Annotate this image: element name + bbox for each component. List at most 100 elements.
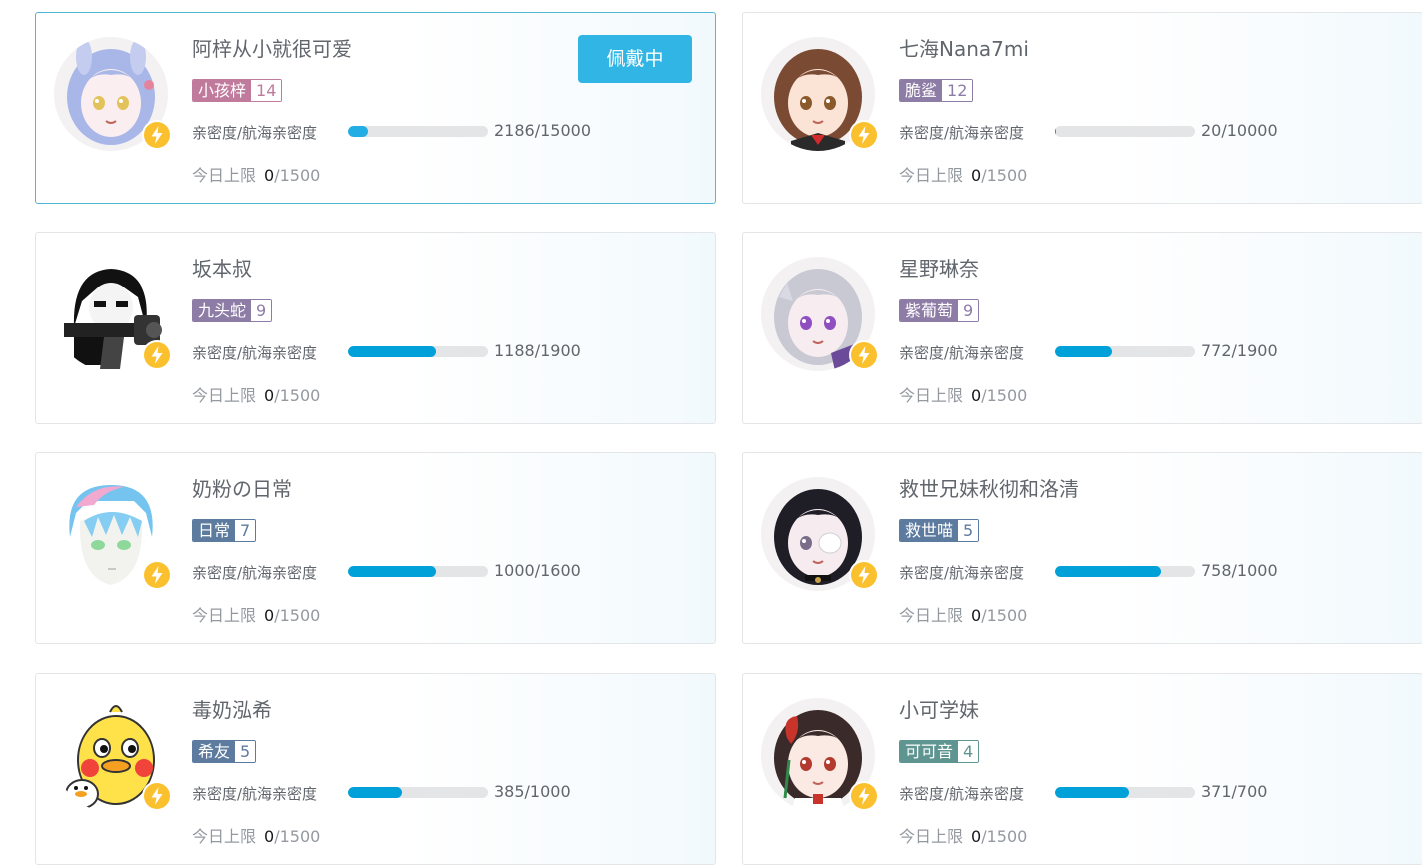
daily-limit-max: /1500 [981, 606, 1028, 625]
daily-limit-current: 0 [264, 606, 275, 625]
lightning-icon [142, 120, 172, 150]
streamer-name[interactable]: 小可学妹 [899, 694, 979, 723]
affinity-progress-bar [348, 346, 488, 357]
medal-name: 小孩梓 [193, 80, 252, 101]
medal-level: 14 [251, 80, 282, 101]
fan-medal-card[interactable]: 救世兄妹秋彻和洛清 救世喵 5 亲密度/航海亲密度 758/1000 今日上限 0… [742, 452, 1422, 644]
daily-limit: 今日上限 0/1500 [899, 162, 1027, 186]
daily-limit-current: 0 [971, 827, 982, 846]
medal-badge: 救世喵 5 [899, 519, 980, 542]
daily-limit-label: 今日上限 [899, 166, 964, 185]
affinity-progress-bar [1055, 346, 1195, 357]
avatar-wrap [761, 698, 879, 812]
daily-limit-max: /1500 [981, 827, 1028, 846]
daily-limit-max: /1500 [274, 166, 321, 185]
fan-medal-card[interactable]: 星野琳奈 紫葡萄 9 亲密度/航海亲密度 772/1900 今日上限 0/1500 [742, 232, 1422, 424]
medal-card-grid: 阿梓从小就很可爱 小孩梓 14 亲密度/航海亲密度 2186/15000 今日上… [0, 0, 1422, 868]
affinity-progress-bar [1055, 566, 1195, 577]
daily-limit: 今日上限 0/1500 [899, 382, 1027, 406]
streamer-name[interactable]: 七海Nana7mi [899, 33, 1029, 62]
affinity-progress-bar [1055, 126, 1195, 137]
wearing-button[interactable]: 佩戴中 [578, 35, 692, 83]
daily-limit-label: 今日上限 [192, 606, 257, 625]
affinity-progress-fill [348, 787, 402, 798]
affinity-value: 1188/1900 [494, 341, 581, 360]
medal-level: 12 [942, 80, 973, 101]
daily-limit-label: 今日上限 [192, 166, 257, 185]
avatar-wrap [761, 257, 879, 371]
daily-limit: 今日上限 0/1500 [192, 602, 320, 626]
affinity-value: 371/700 [1201, 782, 1268, 801]
lightning-icon [142, 560, 172, 590]
medal-name: 紫葡萄 [900, 300, 959, 321]
affinity-value: 772/1900 [1201, 341, 1278, 360]
daily-limit-label: 今日上限 [192, 827, 257, 846]
medal-badge: 九头蛇 9 [192, 299, 273, 322]
daily-limit-label: 今日上限 [899, 606, 964, 625]
lightning-icon [142, 781, 172, 811]
affinity-value: 758/1000 [1201, 561, 1278, 580]
daily-limit-label: 今日上限 [192, 386, 257, 405]
daily-limit-current: 0 [971, 606, 982, 625]
fan-medal-card[interactable]: 坂本叔 九头蛇 9 亲密度/航海亲密度 1188/1900 今日上限 0/1500 [35, 232, 716, 424]
daily-limit-current: 0 [264, 166, 275, 185]
streamer-name[interactable]: 毒奶泓希 [192, 694, 272, 723]
daily-limit: 今日上限 0/1500 [192, 823, 320, 847]
medal-name: 日常 [193, 520, 236, 541]
daily-limit: 今日上限 0/1500 [192, 162, 320, 186]
affinity-progress-fill [1055, 126, 1057, 137]
streamer-name[interactable]: 星野琳奈 [899, 253, 979, 282]
affinity-progress-fill [1055, 346, 1112, 357]
daily-limit-label: 今日上限 [899, 827, 964, 846]
affinity-progress-bar [1055, 787, 1195, 798]
streamer-name[interactable]: 奶粉の日常 [192, 473, 292, 502]
avatar-wrap [761, 37, 879, 151]
affinity-progress-fill [348, 126, 369, 137]
affinity-value: 2186/15000 [494, 121, 592, 140]
daily-limit-max: /1500 [981, 166, 1028, 185]
affinity-value: 20/10000 [1201, 121, 1278, 140]
daily-limit-max: /1500 [274, 827, 321, 846]
lightning-icon [849, 120, 879, 150]
fan-medal-card[interactable]: 奶粉の日常 日常 7 亲密度/航海亲密度 1000/1600 今日上限 0/150… [35, 452, 716, 644]
affinity-label: 亲密度/航海亲密度 [192, 564, 318, 582]
affinity-label: 亲密度/航海亲密度 [192, 124, 318, 142]
fan-medal-card[interactable]: 小可学妹 可可音 4 亲密度/航海亲密度 371/700 今日上限 0/1500 [742, 673, 1422, 865]
affinity-progress-fill [348, 346, 436, 357]
affinity-label: 亲密度/航海亲密度 [899, 124, 1025, 142]
streamer-name[interactable]: 阿梓从小就很可爱 [192, 33, 352, 62]
medal-badge: 脆鲨 12 [899, 79, 974, 102]
medal-name: 希友 [193, 741, 236, 762]
avatar-wrap [761, 477, 879, 591]
lightning-icon [849, 560, 879, 590]
lightning-icon [849, 340, 879, 370]
affinity-progress-fill [1055, 566, 1162, 577]
medal-badge: 日常 7 [192, 519, 257, 542]
medal-name: 脆鲨 [900, 80, 943, 101]
medal-level: 5 [958, 520, 979, 541]
affinity-progress-bar [348, 126, 488, 137]
fan-medal-card[interactable]: 毒奶泓希 希友 5 亲密度/航海亲密度 385/1000 今日上限 0/1500 [35, 673, 716, 865]
daily-limit-current: 0 [264, 386, 275, 405]
daily-limit-label: 今日上限 [899, 386, 964, 405]
daily-limit-max: /1500 [274, 386, 321, 405]
daily-limit: 今日上限 0/1500 [899, 602, 1027, 626]
streamer-name[interactable]: 救世兄妹秋彻和洛清 [899, 473, 1079, 502]
affinity-progress-fill [348, 566, 436, 577]
affinity-label: 亲密度/航海亲密度 [192, 344, 318, 362]
lightning-icon [849, 781, 879, 811]
medal-level: 9 [958, 300, 979, 321]
fan-medal-card[interactable]: 七海Nana7mi 脆鲨 12 亲密度/航海亲密度 20/10000 今日上限 0… [742, 12, 1422, 204]
affinity-value: 385/1000 [494, 782, 571, 801]
avatar-wrap [54, 477, 172, 591]
daily-limit: 今日上限 0/1500 [899, 823, 1027, 847]
medal-level: 5 [235, 741, 256, 762]
affinity-progress-fill [1055, 787, 1130, 798]
medal-badge: 可可音 4 [899, 740, 980, 763]
affinity-label: 亲密度/航海亲密度 [899, 344, 1025, 362]
fan-medal-card[interactable]: 阿梓从小就很可爱 小孩梓 14 亲密度/航海亲密度 2186/15000 今日上… [35, 12, 716, 204]
avatar-wrap [54, 698, 172, 812]
streamer-name[interactable]: 坂本叔 [192, 253, 252, 282]
medal-level: 7 [235, 520, 256, 541]
daily-limit-current: 0 [971, 386, 982, 405]
